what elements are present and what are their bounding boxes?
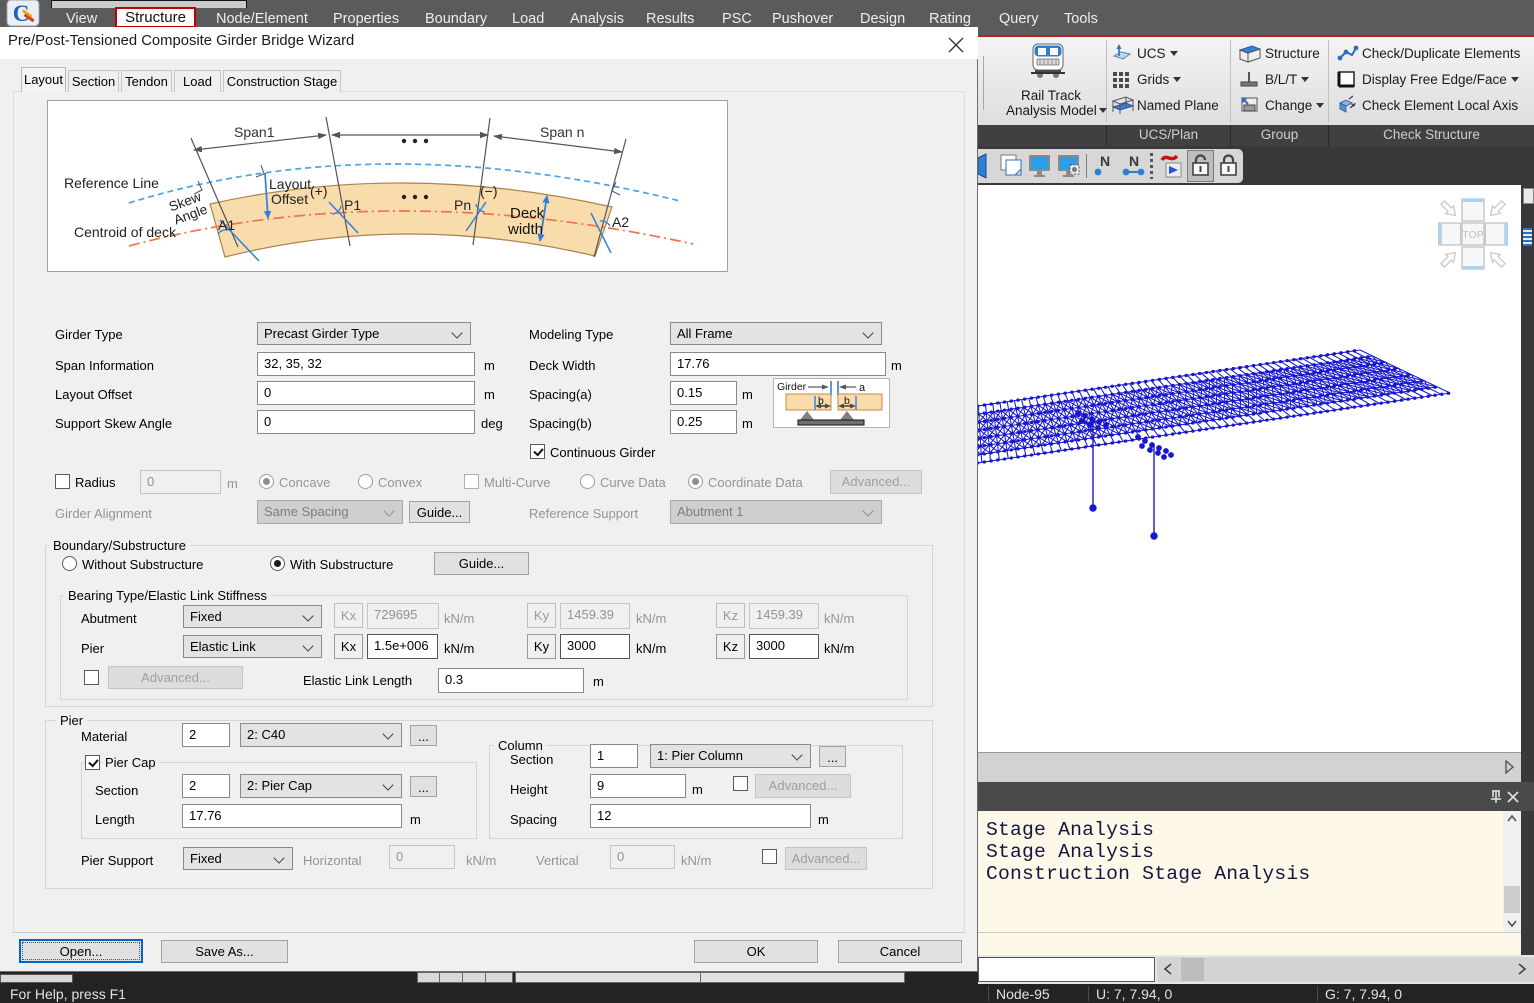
svg-text:A1: A1 xyxy=(218,217,235,233)
svg-text:Span1: Span1 xyxy=(234,124,275,140)
svg-text:Span n: Span n xyxy=(540,124,584,140)
svg-text:N: N xyxy=(1100,153,1110,169)
svg-text:(+): (+) xyxy=(310,183,328,199)
svg-text:Offset: Offset xyxy=(271,191,308,207)
svg-text:N: N xyxy=(1129,153,1139,169)
svg-text:(−): (−) xyxy=(480,183,498,199)
svg-text:P1: P1 xyxy=(344,197,361,213)
svg-text:Pn: Pn xyxy=(454,197,471,213)
svg-text:TOP: TOP xyxy=(1462,229,1483,241)
svg-text:Centroid of deck: Centroid of deck xyxy=(74,224,177,240)
svg-text:Deck: Deck xyxy=(510,205,545,222)
svg-text:Girder: Girder xyxy=(777,381,807,393)
svg-text:width: width xyxy=(507,221,543,238)
svg-text:A2: A2 xyxy=(612,214,629,230)
svg-text:Layout: Layout xyxy=(269,176,311,192)
svg-text:Reference Line: Reference Line xyxy=(64,175,159,191)
svg-text:a: a xyxy=(859,382,866,394)
